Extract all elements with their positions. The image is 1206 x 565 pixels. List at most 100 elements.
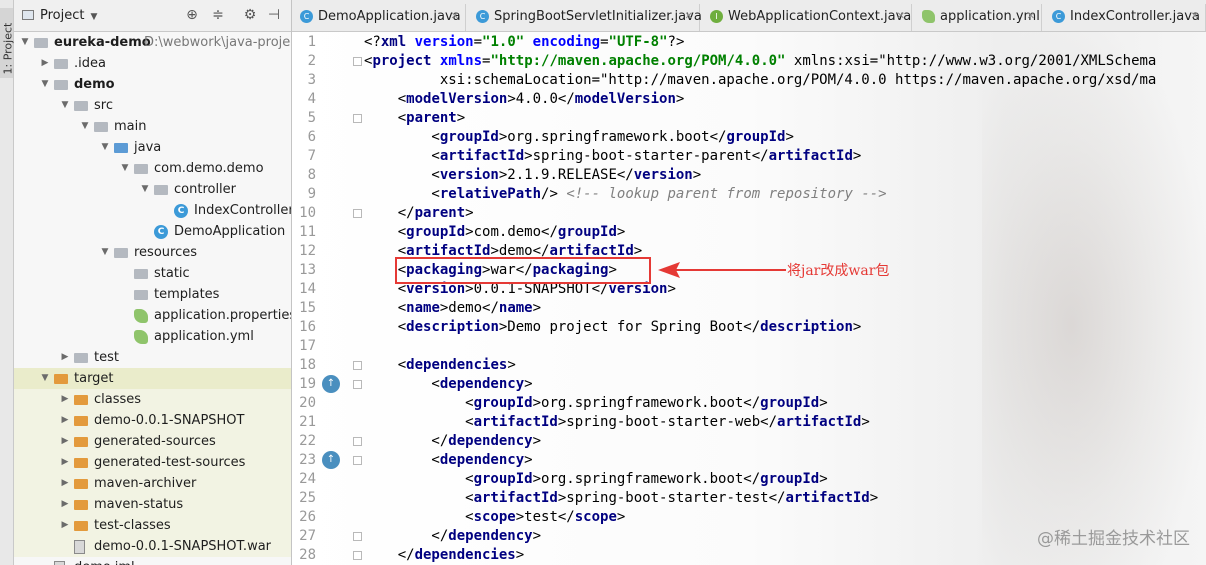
chevron-down-icon[interactable]: ▼ (100, 137, 110, 158)
tree-item[interactable]: ▼ controller (14, 179, 291, 200)
editor-tab[interactable]: application.yml ✕ (914, 4, 1042, 31)
code-line[interactable]: xsi:schemaLocation="http://maven.apache.… (364, 71, 1156, 90)
editor-tab[interactable]: C IndexController.java ✕ (1044, 4, 1206, 31)
collapse-all-icon[interactable]: ≑ (210, 7, 226, 23)
close-icon[interactable]: ✕ (1191, 4, 1199, 29)
close-icon[interactable]: ✕ (451, 4, 459, 29)
code-line[interactable]: </dependency> (364, 432, 541, 451)
chevron-right-icon[interactable]: ▶ (60, 347, 70, 368)
tree-item[interactable]: ▶ maven-status (14, 494, 291, 515)
code-line[interactable]: <scope>test</scope> (364, 508, 625, 527)
fold-marker-icon[interactable] (353, 456, 362, 465)
tree-item[interactable]: ▼ main (14, 116, 291, 137)
tree-item[interactable]: C IndexController (14, 200, 291, 221)
tree-item[interactable]: application.yml (14, 326, 291, 347)
chevron-right-icon[interactable]: ▶ (60, 515, 70, 536)
chevron-right-icon[interactable]: ▶ (40, 53, 50, 74)
fold-marker-icon[interactable] (353, 361, 362, 370)
code-line[interactable]: <dependencies> (364, 356, 516, 375)
chevron-right-icon[interactable]: ▶ (60, 452, 70, 473)
code-line[interactable]: <modelVersion>4.0.0</modelVersion> (364, 90, 685, 109)
chevron-down-icon[interactable]: ▼ (80, 116, 90, 137)
tree-item[interactable]: demo.iml (14, 557, 291, 565)
tree-item[interactable]: static (14, 263, 291, 284)
code-line[interactable]: <groupId>org.springframework.boot</group… (364, 470, 827, 489)
fold-marker-icon[interactable] (353, 57, 362, 66)
chevron-down-icon[interactable]: ▼ (60, 95, 70, 116)
code-editor[interactable]: 1 2 3 4 5 6 7 8 9 10 11 12 13 14 15 16 17 18 19 20 21 22 23 24 2… (292, 32, 1206, 565)
code-line[interactable]: </dependency> (364, 527, 541, 546)
tree-item[interactable]: ▶ generated-sources (14, 431, 291, 452)
tree-item[interactable]: ▶ classes (14, 389, 291, 410)
fold-marker-icon[interactable] (353, 532, 362, 541)
tree-item[interactable]: templates (14, 284, 291, 305)
tree-item[interactable]: ▼ demo (14, 74, 291, 95)
code-line[interactable]: <groupId>org.springframework.boot</group… (364, 128, 793, 147)
code-line[interactable]: <?xml version="1.0" encoding="UTF-8"?> (364, 33, 684, 52)
chevron-down-icon[interactable]: ▼ (40, 368, 50, 389)
fold-marker-icon[interactable] (353, 209, 362, 218)
code-line[interactable]: <artifactId>spring-boot-starter-web</art… (364, 413, 870, 432)
chevron-right-icon[interactable]: ▶ (60, 494, 70, 515)
tree-item[interactable]: ▶ .idea (14, 53, 291, 74)
code-line[interactable]: <dependency> (364, 451, 532, 470)
chevron-right-icon[interactable]: ▶ (60, 389, 70, 410)
editor-tab[interactable]: C SpringBootServletInitializer.java ✕ (468, 4, 702, 31)
tree-item[interactable]: ▼ resources (14, 242, 291, 263)
close-icon[interactable]: ✕ (1027, 4, 1035, 29)
tree-item[interactable]: ▼ java (14, 137, 291, 158)
code-line[interactable]: <name>demo</name> (364, 299, 541, 318)
code-line[interactable]: </dependencies> (364, 546, 524, 565)
fold-marker-icon[interactable] (353, 380, 362, 389)
code-line[interactable]: <relativePath/> <!-- lookup parent from … (364, 185, 886, 204)
dependency-navigate-icon[interactable]: ↑ (322, 375, 340, 393)
chevron-right-icon[interactable]: ▶ (60, 410, 70, 431)
close-icon[interactable]: ✕ (685, 4, 693, 29)
chevron-down-icon[interactable]: ▼ (20, 32, 30, 53)
fold-marker-icon[interactable] (353, 437, 362, 446)
dependency-navigate-icon[interactable]: ↑ (322, 451, 340, 469)
tree-item[interactable]: C DemoApplication (14, 221, 291, 242)
project-view-selector[interactable]: Project ▼ (22, 8, 97, 23)
tree-item[interactable]: ▶ maven-archiver (14, 473, 291, 494)
tree-item[interactable]: ▶ generated-test-sources (14, 452, 291, 473)
code-line[interactable]: <project xmlns="http://maven.apache.org/… (364, 52, 1156, 71)
editor-tab[interactable]: I WebApplicationContext.java ✕ (702, 4, 912, 31)
tree-item[interactable]: ▶ test-classes (14, 515, 291, 536)
package-icon (154, 185, 168, 195)
tree-item-label: demo.iml (74, 557, 135, 565)
tree-item[interactable]: demo-0.0.1-SNAPSHOT.war (14, 536, 291, 557)
close-icon[interactable]: ✕ (897, 4, 905, 29)
chevron-right-icon[interactable]: ▶ (60, 431, 70, 452)
code-line[interactable]: <groupId>com.demo</groupId> (364, 223, 626, 242)
tree-item-label: .idea (74, 56, 106, 71)
tree-item[interactable]: ▶ test (14, 347, 291, 368)
fold-marker-icon[interactable] (353, 114, 362, 123)
tree-item[interactable]: ▼ target (14, 368, 291, 389)
chevron-down-icon[interactable]: ▼ (140, 179, 150, 200)
tree-item[interactable]: ▶ demo-0.0.1-SNAPSHOT (14, 410, 291, 431)
project-tool-window-button[interactable]: 1: Project (0, 8, 15, 78)
tree-item[interactable]: ▼ eureka-demoD:\webwork\java-project\eure (14, 32, 291, 53)
code-line[interactable]: <version>2.1.9.RELEASE</version> (364, 166, 701, 185)
code-line[interactable]: <parent> (364, 109, 465, 128)
chevron-right-icon[interactable]: ▶ (60, 473, 70, 494)
gear-icon[interactable]: ⚙ (242, 7, 258, 23)
tree-item[interactable]: ▼ com.demo.demo (14, 158, 291, 179)
chevron-down-icon[interactable]: ▼ (120, 158, 130, 179)
locate-icon[interactable]: ⊕ (184, 7, 200, 23)
tree-item-label: main (114, 119, 147, 134)
chevron-down-icon[interactable]: ▼ (40, 74, 50, 95)
code-line[interactable]: <dependency> (364, 375, 532, 394)
editor-tab[interactable]: C DemoApplication.java ✕ (292, 4, 466, 31)
code-line[interactable]: <artifactId>spring-boot-starter-parent</… (364, 147, 861, 166)
tree-item[interactable]: ▼ src (14, 95, 291, 116)
fold-marker-icon[interactable] (353, 551, 362, 560)
hide-icon[interactable]: ⊣ (266, 7, 282, 23)
code-line[interactable]: </parent> (364, 204, 474, 223)
code-line[interactable]: <groupId>org.springframework.boot</group… (364, 394, 827, 413)
chevron-down-icon[interactable]: ▼ (100, 242, 110, 263)
code-line[interactable]: <description>Demo project for Spring Boo… (364, 318, 862, 337)
tree-item[interactable]: application.properties (14, 305, 291, 326)
code-line[interactable]: <artifactId>spring-boot-starter-test</ar… (364, 489, 878, 508)
